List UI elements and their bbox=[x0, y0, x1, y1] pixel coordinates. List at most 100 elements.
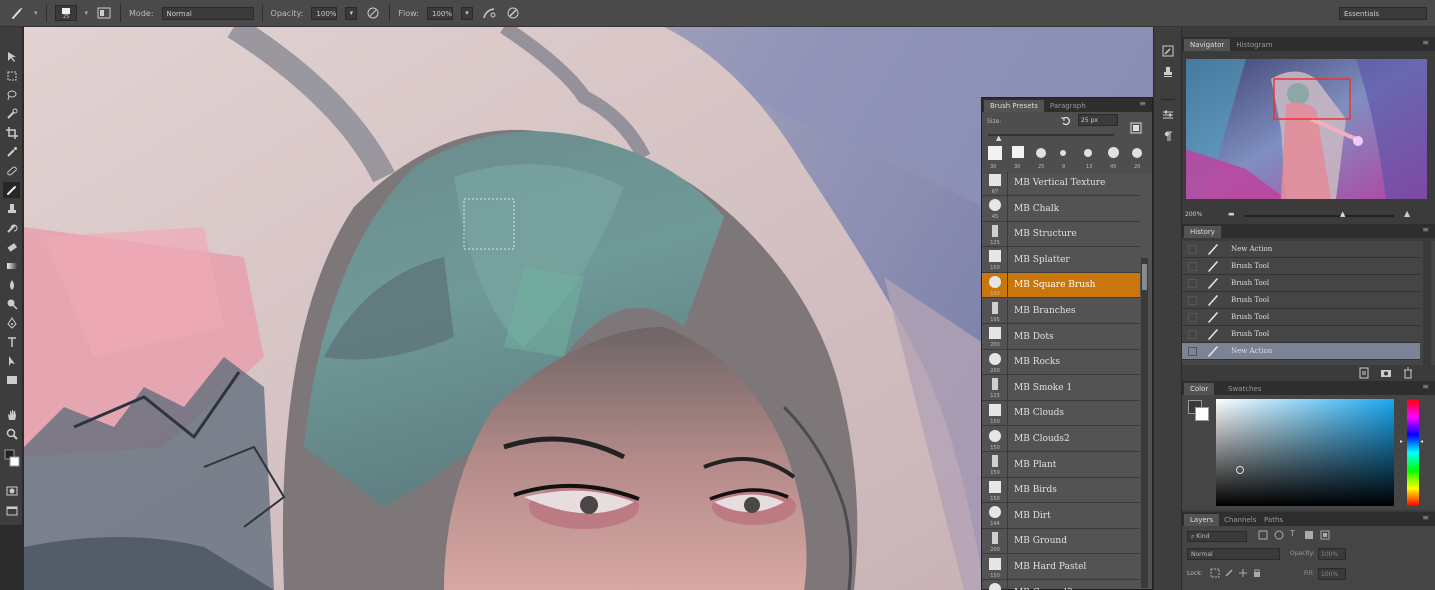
layer-opacity-field[interactable]: 100% bbox=[1318, 548, 1346, 560]
brush-preset-item[interactable]: 150 MB Hard Pastel bbox=[982, 554, 1140, 580]
history-source-checkbox[interactable] bbox=[1188, 278, 1197, 288]
brush-thumb-square-2[interactable] bbox=[1012, 146, 1024, 158]
tab-brush-presets[interactable]: Brush Presets bbox=[984, 100, 1044, 112]
brush-preset-item[interactable]: 200 MB Rocks bbox=[982, 349, 1140, 376]
brush-preset-item[interactable]: 150 MB Clouds bbox=[982, 400, 1140, 427]
flow-slider-toggle[interactable]: ▾ bbox=[460, 6, 473, 20]
tab-navigator[interactable]: Navigator bbox=[1184, 39, 1231, 51]
size-slider-thumb[interactable]: ▲ bbox=[996, 134, 1001, 142]
quick-selection-tool-icon[interactable] bbox=[3, 106, 20, 122]
mode-select[interactable]: Normal bbox=[161, 6, 254, 20]
history-source-checkbox[interactable] bbox=[1188, 346, 1197, 356]
brush-preset-item[interactable]: 195 MB Branches bbox=[982, 298, 1140, 324]
flow-field[interactable]: 100% bbox=[426, 6, 453, 20]
zoom-slider-thumb[interactable]: ▲ bbox=[1340, 210, 1345, 218]
brush-preset-item[interactable]: 125 MB Smoke 1 bbox=[982, 375, 1140, 401]
brush-thumb-square-1[interactable] bbox=[988, 146, 1002, 160]
lasso-tool-icon[interactable] bbox=[3, 87, 20, 103]
fill-field[interactable]: 100% bbox=[1318, 568, 1346, 580]
gradient-tool-icon[interactable] bbox=[3, 258, 20, 274]
brush-thumb-round-5[interactable] bbox=[1132, 148, 1142, 158]
path-selection-tool-icon[interactable] bbox=[3, 353, 20, 369]
history-state-item[interactable]: Brush Tool bbox=[1182, 326, 1420, 343]
tab-paragraph[interactable]: Paragraph bbox=[1044, 100, 1092, 112]
history-state-item[interactable]: Brush Tool bbox=[1182, 292, 1420, 309]
brush-picker-icon[interactable]: 25 bbox=[54, 5, 77, 21]
pen-tool-icon[interactable] bbox=[3, 315, 20, 331]
history-state-item[interactable]: Brush Tool bbox=[1182, 309, 1420, 326]
history-scrollbar[interactable] bbox=[1423, 241, 1431, 365]
history-state-item[interactable]: Brush Tool bbox=[1182, 275, 1420, 292]
history-source-checkbox[interactable] bbox=[1188, 261, 1197, 271]
lock-position-icon[interactable] bbox=[1238, 568, 1248, 581]
layers-menu-icon[interactable]: ≡ bbox=[1422, 514, 1429, 522]
adjustments-icon[interactable] bbox=[1160, 107, 1176, 123]
lock-pixels-icon[interactable] bbox=[1224, 568, 1234, 581]
history-menu-icon[interactable]: ≡ bbox=[1422, 226, 1429, 234]
zoom-out-icon[interactable]: ▬ bbox=[1228, 210, 1235, 218]
zoom-value[interactable]: 200% bbox=[1185, 211, 1202, 218]
size-field[interactable]: 25 px bbox=[1078, 114, 1118, 126]
brush-preset-item[interactable]: 45 MB Chalk bbox=[982, 196, 1140, 222]
brush-preset-item[interactable]: 150 MB Clouds2 bbox=[982, 426, 1140, 452]
history-state-item[interactable]: New Action bbox=[1182, 343, 1420, 360]
brush-preset-item[interactable]: 150 MB Plant bbox=[982, 452, 1140, 478]
panel-menu-icon[interactable]: ≡ bbox=[1139, 100, 1146, 108]
brush-preset-item[interactable]: 150 MB Square Brush bbox=[982, 272, 1140, 299]
blur-tool-icon[interactable] bbox=[3, 277, 20, 293]
marquee-tool-icon[interactable] bbox=[3, 68, 20, 84]
filter-shape-icon[interactable] bbox=[1304, 530, 1314, 543]
brush-panel-icon[interactable] bbox=[1160, 43, 1176, 59]
filter-type-icon[interactable]: T bbox=[1290, 529, 1295, 538]
quick-mask-icon[interactable] bbox=[3, 483, 20, 499]
navigator-preview[interactable] bbox=[1186, 59, 1427, 199]
zoom-in-icon[interactable]: ▲ bbox=[1404, 209, 1410, 218]
tab-layers[interactable]: Layers bbox=[1184, 514, 1220, 526]
airbrush-icon[interactable] bbox=[481, 5, 497, 21]
pressure-opacity-icon[interactable] bbox=[365, 5, 381, 21]
hue-slider[interactable] bbox=[1407, 399, 1419, 506]
navigator-menu-icon[interactable]: ≡ bbox=[1422, 39, 1429, 47]
eraser-tool-icon[interactable] bbox=[3, 239, 20, 255]
blend-mode-select[interactable]: Normal bbox=[1187, 548, 1280, 560]
dodge-tool-icon[interactable] bbox=[3, 296, 20, 312]
pressure-size-icon[interactable] bbox=[505, 5, 521, 21]
brush-picker-caret-icon[interactable]: ▾ bbox=[85, 9, 89, 17]
hue-slider-arrow-right[interactable]: ◂ bbox=[1420, 438, 1423, 445]
zoom-slider-track[interactable] bbox=[1244, 215, 1394, 217]
brush-thumb-round-2[interactable] bbox=[1060, 150, 1066, 156]
brush-panel-toggle-icon[interactable] bbox=[96, 5, 112, 21]
history-source-checkbox[interactable] bbox=[1188, 329, 1197, 339]
history-state-item[interactable]: Brush Tool bbox=[1182, 258, 1420, 275]
brush-preset-item[interactable]: 125 MB Structure bbox=[982, 221, 1140, 248]
crop-tool-icon[interactable] bbox=[3, 125, 20, 141]
opacity-field[interactable]: 100% bbox=[311, 6, 338, 20]
healing-brush-tool-icon[interactable] bbox=[3, 163, 20, 179]
brush-preset-item[interactable]: 144 MB Dirt bbox=[982, 503, 1140, 529]
workspace-select[interactable]: Essentials bbox=[1339, 6, 1427, 20]
tab-paths[interactable]: Paths bbox=[1258, 514, 1289, 526]
brush-tool-icon[interactable] bbox=[10, 5, 26, 21]
color-field-picker[interactable] bbox=[1236, 466, 1244, 474]
brush-thumb-round-3[interactable] bbox=[1084, 149, 1092, 157]
reset-size-icon[interactable] bbox=[1060, 115, 1072, 130]
type-tool-icon[interactable] bbox=[3, 334, 20, 350]
history-brush-tool-icon[interactable] bbox=[3, 220, 20, 236]
clone-source-icon[interactable] bbox=[1160, 64, 1176, 80]
tab-histogram[interactable]: Histogram bbox=[1230, 39, 1278, 51]
tool-preset-caret-icon[interactable]: ▾ bbox=[34, 9, 38, 17]
history-source-checkbox[interactable] bbox=[1188, 244, 1197, 254]
trash-icon[interactable] bbox=[1402, 367, 1414, 382]
background-color-swatch[interactable] bbox=[1195, 407, 1209, 421]
lock-all-icon[interactable] bbox=[1252, 568, 1262, 581]
rectangle-tool-icon[interactable] bbox=[3, 372, 20, 388]
create-preset-icon[interactable] bbox=[1130, 122, 1142, 137]
tab-color[interactable]: Color bbox=[1184, 383, 1215, 395]
history-source-checkbox[interactable] bbox=[1188, 295, 1197, 305]
size-slider-track[interactable] bbox=[988, 134, 1114, 136]
zoom-tool-icon[interactable] bbox=[3, 426, 20, 442]
move-tool-icon[interactable] bbox=[3, 49, 20, 65]
tab-swatches[interactable]: Swatches bbox=[1222, 383, 1267, 395]
brush-list-scrollbar-thumb[interactable] bbox=[1142, 264, 1147, 290]
color-field[interactable] bbox=[1216, 399, 1394, 506]
